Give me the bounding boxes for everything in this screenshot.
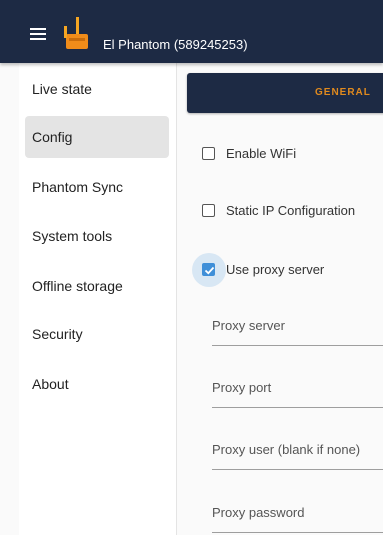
- config-panel: GENERAL Enable WiFi Static IP Configurat…: [177, 63, 383, 535]
- antenna-device-icon: [64, 17, 88, 49]
- use-proxy-label: Use proxy server: [226, 262, 325, 277]
- sidebar-item-label: System tools: [32, 228, 113, 244]
- app-window: El Phantom (589245253) Live state Config…: [0, 0, 383, 535]
- sidebar-item-live-state[interactable]: Live state: [25, 68, 169, 110]
- sidebar: Live state Config Phantom Sync System to…: [19, 63, 177, 535]
- enable-wifi-checkbox[interactable]: [202, 147, 215, 160]
- sidebar-item-label: Phantom Sync: [32, 179, 124, 195]
- enable-wifi-label: Enable WiFi: [226, 146, 297, 161]
- proxy-password-field[interactable]: Proxy password: [212, 499, 383, 533]
- tab-general-label: GENERAL: [315, 87, 371, 98]
- sidebar-item-label: Live state: [32, 81, 92, 97]
- use-proxy-checkbox[interactable]: [202, 263, 215, 276]
- proxy-server-field[interactable]: Proxy server: [212, 312, 383, 346]
- sidebar-item-offline-storage[interactable]: Offline storage: [25, 265, 169, 307]
- sidebar-item-system-tools[interactable]: System tools: [25, 215, 169, 257]
- hamburger-menu-icon[interactable]: [30, 28, 46, 40]
- tab-general[interactable]: GENERAL: [187, 73, 383, 113]
- field-underline: [212, 345, 383, 346]
- proxy-port-input[interactable]: [212, 374, 383, 406]
- sidebar-item-about[interactable]: About: [25, 363, 169, 405]
- field-underline: [212, 532, 383, 533]
- static-ip-label: Static IP Configuration: [226, 203, 356, 218]
- proxy-password-input[interactable]: [212, 499, 383, 531]
- proxy-user-field[interactable]: Proxy user (blank if none): [212, 436, 383, 470]
- sidebar-item-label: About: [32, 376, 69, 392]
- sidebar-item-phantom-sync[interactable]: Phantom Sync: [25, 166, 169, 208]
- sidebar-item-label: Config: [32, 129, 73, 145]
- sidebar-item-label: Security: [32, 326, 83, 342]
- checkmark-icon: [204, 266, 215, 275]
- app-bar: El Phantom (589245253): [0, 0, 383, 63]
- field-underline: [212, 469, 383, 470]
- proxy-server-input[interactable]: [212, 312, 383, 344]
- sidebar-item-security[interactable]: Security: [25, 313, 169, 355]
- static-ip-checkbox[interactable]: [202, 204, 215, 217]
- proxy-port-field[interactable]: Proxy port: [212, 374, 383, 408]
- app-title: El Phantom (589245253): [103, 37, 248, 52]
- sidebar-item-config[interactable]: Config: [25, 116, 169, 158]
- sidebar-item-label: Offline storage: [32, 278, 123, 294]
- proxy-user-input[interactable]: [212, 436, 383, 468]
- field-underline: [212, 407, 383, 408]
